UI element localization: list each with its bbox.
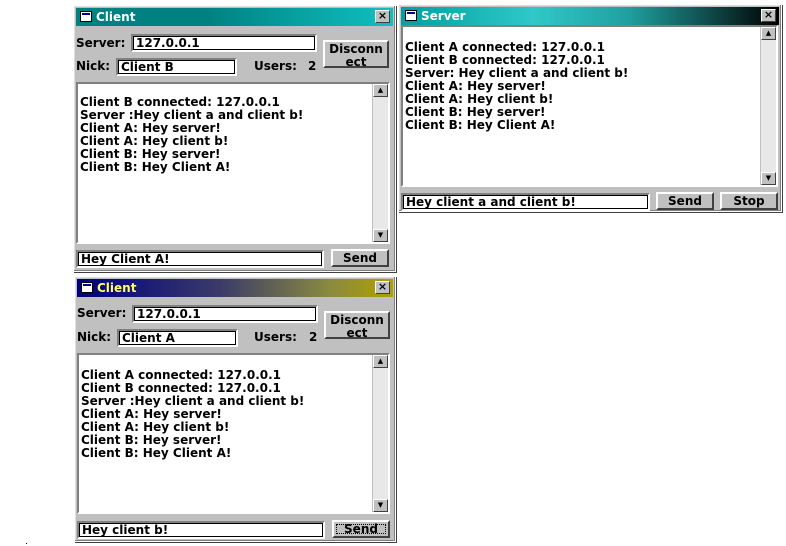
chat-log-lines: Client A connected: 127.0.0.1 Client B c… xyxy=(81,369,370,460)
disconnect-label-line2: ect xyxy=(346,326,368,340)
server-label: Server: xyxy=(77,306,127,320)
scroll-up-icon[interactable]: ▲ xyxy=(373,84,388,97)
server-titlebar[interactable]: Server × xyxy=(401,7,779,25)
users-label: Users: xyxy=(254,330,297,344)
chat-log[interactable]: Client A connected: 127.0.0.1 Client B c… xyxy=(77,353,390,514)
message-input[interactable]: Hey Client A! xyxy=(76,250,324,268)
server-address-field[interactable]: 127.0.0.1 xyxy=(132,305,318,323)
vertical-scrollbar[interactable]: ▲ ▼ xyxy=(372,355,388,512)
server-log-lines: Client A connected: 127.0.0.1 Client B c… xyxy=(405,41,758,132)
server-window: Server × Client A connected: 127.0.0.1 C… xyxy=(398,4,782,212)
window-app-icon[interactable] xyxy=(80,11,92,22)
server-label: Server: xyxy=(76,36,126,50)
server-log[interactable]: Client A connected: 127.0.0.1 Client B c… xyxy=(401,25,778,187)
client-a-window: Client × Server: 127.0.0.1 Disconn ect N… xyxy=(74,276,396,542)
log-line: Client B: Hey Client A! xyxy=(81,446,232,460)
send-button[interactable]: Send xyxy=(656,192,714,210)
nick-label: Nick: xyxy=(76,59,111,73)
nick-field[interactable]: Client A xyxy=(117,329,238,347)
vertical-scrollbar[interactable]: ▲ ▼ xyxy=(372,84,388,242)
disconnect-label-line2: ect xyxy=(345,55,367,69)
scroll-down-icon[interactable]: ▼ xyxy=(761,172,776,185)
log-line: Client B: Hey Client A! xyxy=(405,118,556,132)
users-count: 2 xyxy=(309,330,318,344)
scroll-up-icon[interactable]: ▲ xyxy=(761,27,776,40)
users-label: Users: xyxy=(254,59,297,73)
message-input[interactable]: Hey client b! xyxy=(77,521,325,539)
broadcast-input[interactable]: Hey client a and client b! xyxy=(401,193,650,211)
window-app-icon[interactable] xyxy=(81,282,93,293)
scroll-down-icon[interactable]: ▼ xyxy=(373,499,388,512)
nick-label: Nick: xyxy=(77,330,112,344)
disconnect-button[interactable]: Disconn ect xyxy=(324,311,390,340)
scroll-up-icon[interactable]: ▲ xyxy=(373,355,388,368)
desktop-speck xyxy=(26,543,27,544)
client-b-window: Client × Server: 127.0.0.1 Disconn ect N… xyxy=(73,5,396,272)
client-b-title: Client xyxy=(96,10,136,24)
client-b-titlebar[interactable]: Client × xyxy=(76,8,393,26)
stop-button[interactable]: Stop xyxy=(720,192,778,210)
nick-field[interactable]: Client B xyxy=(116,58,237,76)
server-address-field[interactable]: 127.0.0.1 xyxy=(131,34,317,52)
scroll-down-icon[interactable]: ▼ xyxy=(373,229,388,242)
chat-log[interactable]: Client B connected: 127.0.0.1 Server :He… xyxy=(76,82,390,244)
client-a-title: Client xyxy=(97,281,137,295)
log-line: Client B: Hey Client A! xyxy=(80,160,231,174)
vertical-scrollbar[interactable]: ▲ ▼ xyxy=(760,27,776,185)
server-title: Server xyxy=(421,9,466,23)
disconnect-button[interactable]: Disconn ect xyxy=(323,40,389,69)
users-count: 2 xyxy=(308,59,317,73)
client-a-titlebar[interactable]: Client × xyxy=(77,279,393,297)
send-button[interactable]: Send xyxy=(331,249,389,267)
window-app-icon[interactable] xyxy=(405,10,417,21)
close-icon[interactable]: × xyxy=(375,10,390,23)
chat-log-lines: Client B connected: 127.0.0.1 Server :He… xyxy=(80,96,370,174)
close-icon[interactable]: × xyxy=(375,281,390,294)
send-button[interactable]: Send xyxy=(332,520,390,538)
close-icon[interactable]: × xyxy=(761,9,776,22)
